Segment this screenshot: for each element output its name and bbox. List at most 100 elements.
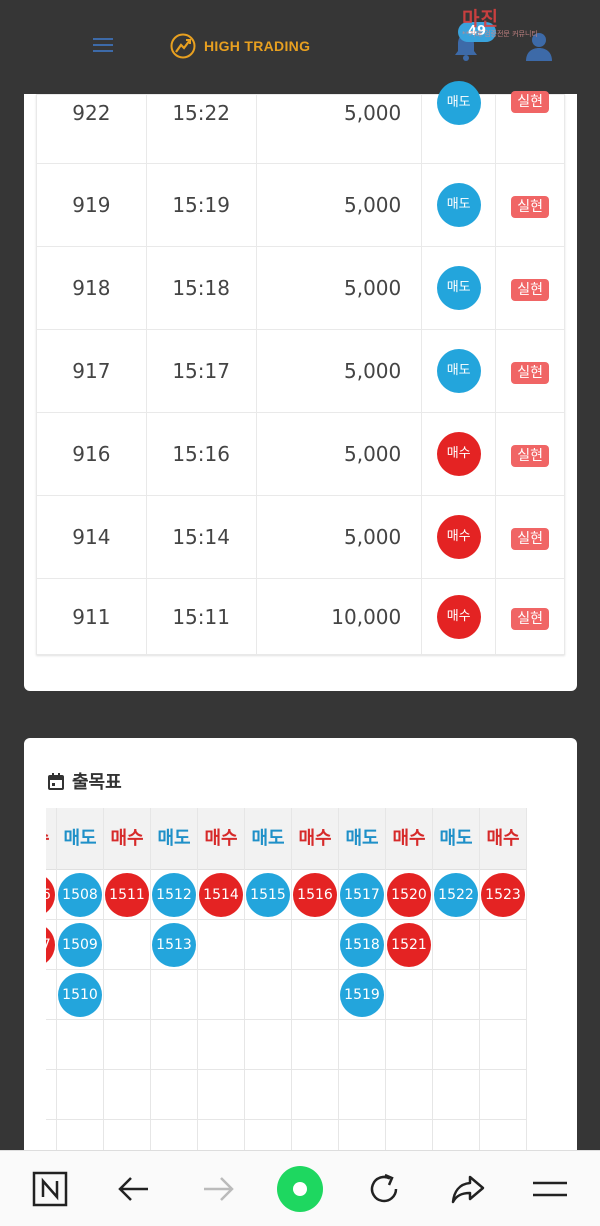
grid-cell (151, 1020, 197, 1070)
grid-cell (57, 1070, 103, 1120)
trade-history-card: 922 15:22 5,000 매도 실현 919 15:19 5,000 매도 실현 9… (24, 81, 577, 691)
grid-column-header: 매도 (151, 808, 197, 870)
result-marker: 1511 (105, 873, 149, 917)
grid-cell (245, 1070, 291, 1120)
brand-logo[interactable]: HIGH TRADING (170, 32, 310, 60)
watermark-subtext: **거래 검증전문 커뮤니티 (462, 30, 538, 38)
grid-cell: 1522 (433, 870, 479, 920)
green-dot-icon[interactable] (276, 1165, 324, 1213)
menu-icon[interactable] (530, 1169, 570, 1209)
grid-cell (198, 1070, 244, 1120)
trade-amount: 5,000 (255, 412, 423, 496)
forward-arrow-icon[interactable] (198, 1169, 238, 1209)
grid-column: 매수 1506 1507 (46, 808, 57, 1158)
grid-cell: 1516 (292, 870, 338, 920)
status-badge: 실현 (511, 196, 549, 218)
grid-column: 매수 1520 1521 (386, 808, 433, 1158)
trade-side-cell: 매도 (421, 163, 497, 247)
trade-no: 916 (36, 412, 147, 496)
result-marker: 1520 (387, 873, 431, 917)
grid-cell (292, 1070, 338, 1120)
trade-amount: 5,000 (255, 329, 423, 413)
grid-column-header: 매수 (386, 808, 432, 870)
grid-cell: 1510 (57, 970, 103, 1020)
grid-cell: 1509 (57, 920, 103, 970)
watermark-stamp: 마진 **거래 검증전문 커뮤니티 (462, 4, 596, 38)
grid-column-header: 매수 (480, 808, 526, 870)
trade-no: 918 (36, 246, 147, 330)
status-badge: 실현 (511, 528, 549, 550)
result-marker: 1510 (58, 973, 102, 1017)
grid-cell: 1523 (480, 870, 526, 920)
status-badge: 실현 (511, 362, 549, 384)
grid-cell (480, 920, 526, 970)
result-marker: 1517 (340, 873, 384, 917)
grid-cell (433, 1020, 479, 1070)
result-marker: 1512 (152, 873, 196, 917)
trade-time: 15:14 (145, 495, 257, 579)
hamburger-menu-icon[interactable] (93, 38, 113, 52)
grid-cell (245, 970, 291, 1020)
table-row: 914 15:14 5,000 매수 실현 (36, 495, 565, 579)
trade-side-cell: 매수 (421, 578, 497, 655)
trade-amount: 10,000 (255, 578, 423, 655)
grid-cell (292, 920, 338, 970)
result-marker: 1516 (293, 873, 337, 917)
trade-status-cell: 실현 (495, 495, 565, 579)
result-grid: 매수15061507매도150815091510매수1511매도15121513… (46, 808, 554, 1158)
grid-cell: 1512 (151, 870, 197, 920)
grid-column: 매도 1515 (245, 808, 292, 1158)
grid-cell (151, 1070, 197, 1120)
grid-cell: 1521 (386, 920, 432, 970)
grid-cell (480, 1070, 526, 1120)
status-badge: 실현 (511, 607, 549, 630)
buy-badge: 매수 (436, 594, 481, 639)
grid-column: 매도 1508 1509 1510 (57, 808, 104, 1158)
grid-cell: 1517 (339, 870, 385, 920)
calendar-icon (48, 772, 64, 790)
grid-cell (433, 1070, 479, 1120)
grid-cell (104, 970, 150, 1020)
share-icon[interactable] (448, 1169, 488, 1209)
buy-badge: 매수 (436, 432, 481, 476)
grid-column-header: 매도 (339, 808, 385, 870)
grid-cell: 1506 (46, 870, 56, 920)
table-row: 918 15:18 5,000 매도 실현 (36, 246, 565, 330)
table-row: 917 15:17 5,000 매도 실현 (36, 329, 565, 413)
naver-home-icon[interactable] (30, 1169, 70, 1209)
grid-cell (386, 1070, 432, 1120)
grid-cell (245, 1020, 291, 1070)
refresh-icon[interactable] (364, 1169, 404, 1209)
trade-amount: 5,000 (255, 94, 423, 164)
grid-cell (480, 1020, 526, 1070)
grid-cell (104, 1070, 150, 1120)
grid-cell: 1513 (151, 920, 197, 970)
grid-cell (46, 1070, 56, 1120)
grid-column-header: 매수 (104, 808, 150, 870)
trade-status-cell: 실현 (495, 329, 565, 413)
trade-status-cell: 실현 (495, 163, 565, 247)
result-chart-card: 출목표 매수15061507매도150815091510매수1511매도1512… (24, 738, 577, 1158)
trade-side-cell: 매수 (421, 412, 497, 496)
result-marker: 1519 (340, 973, 384, 1017)
trade-no: 917 (36, 329, 147, 413)
result-marker: 1509 (58, 923, 102, 967)
grid-cell (386, 970, 432, 1020)
grid-cell: 1518 (339, 920, 385, 970)
grid-column-header: 매도 (57, 808, 103, 870)
trade-amount: 5,000 (255, 495, 423, 579)
result-marker: 1521 (387, 923, 431, 967)
grid-cell: 1519 (339, 970, 385, 1020)
logo-mark-icon (170, 33, 196, 59)
status-badge: 실현 (511, 91, 549, 113)
grid-cell: 1514 (198, 870, 244, 920)
table-row: 911 15:11 10,000 매수 실현 (36, 578, 565, 655)
trade-status-cell: 실현 (495, 91, 565, 164)
grid-cell: 1508 (57, 870, 103, 920)
grid-cell (57, 1020, 103, 1070)
trade-amount: 5,000 (255, 163, 423, 247)
trade-side-cell: 매도 (421, 246, 497, 330)
grid-column-header: 매수 (46, 808, 56, 870)
trade-time: 15:18 (145, 246, 257, 330)
back-arrow-icon[interactable] (114, 1169, 154, 1209)
